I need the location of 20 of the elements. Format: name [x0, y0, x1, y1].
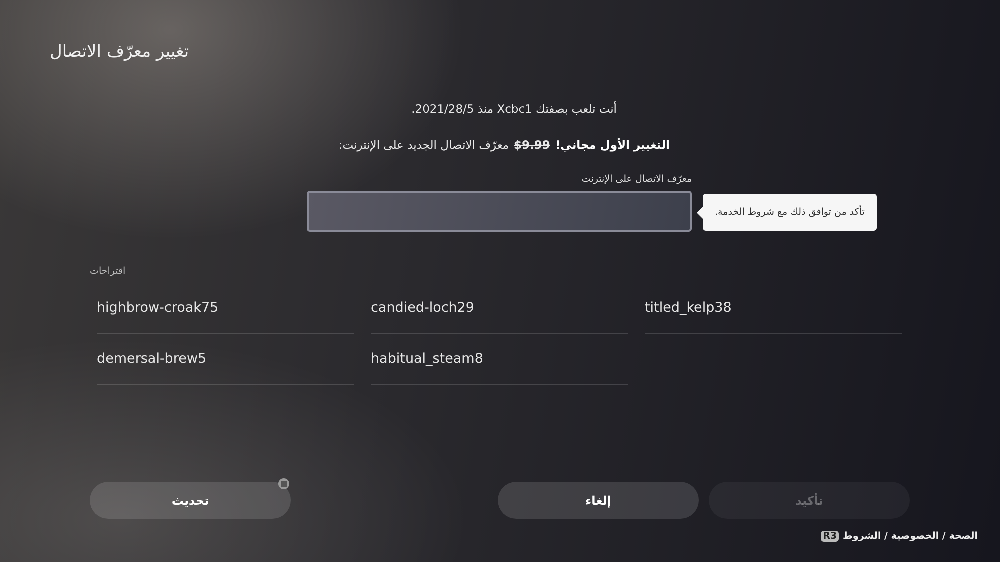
suggestions-label: اقتراحات [90, 266, 126, 277]
suggestion-item[interactable]: habitual_steam8 [371, 334, 628, 385]
suggestion-item[interactable]: titled_kelp38 [645, 283, 902, 334]
footer-links[interactable]: الصحة / الخصوصية / الشروط [843, 531, 978, 542]
touchpad-icon [278, 478, 290, 490]
refresh-button[interactable]: تحديث [90, 482, 291, 519]
suggestion-item[interactable]: demersal-brew5 [97, 334, 354, 385]
status-text: أنت تلعب بصفتك Xcbc1 منذ 2021/28/5. [412, 102, 617, 116]
window-title: تغيير معرّف الاتصال [50, 42, 190, 62]
suggestion-item[interactable]: highbrow-croak75 [97, 283, 354, 334]
tooltip: تأكد من توافق ذلك مع شروط الخدمة. [703, 194, 877, 231]
old-price: $9.99 [514, 138, 550, 152]
price-label: معرّف الاتصال الجديد على الإنترنت: [338, 138, 510, 152]
online-id-field[interactable] [307, 191, 692, 232]
free-change-note: التغيير الأول مجاني! [555, 138, 670, 152]
cancel-button[interactable]: إلغاء [498, 482, 699, 519]
field-label: معرّف الاتصال على الإنترنت [582, 174, 692, 185]
tooltip-pointer [697, 207, 703, 219]
r3-button-glyph: R3 [821, 531, 840, 542]
suggestion-item[interactable]: candied-loch29 [371, 283, 628, 334]
